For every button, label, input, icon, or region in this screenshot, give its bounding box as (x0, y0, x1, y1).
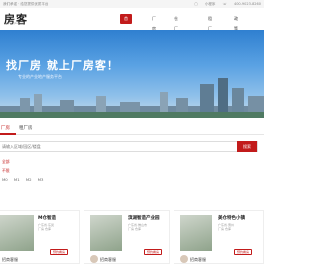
city-skyline-image (0, 78, 264, 118)
book-viewing-button[interactable]: 预约看房 (144, 249, 162, 255)
agent-name: 招商客服 (190, 257, 206, 262)
filter-option-m3[interactable]: M3 (38, 177, 44, 182)
nav-item-policy[interactable]: 政策资讯 (230, 14, 242, 51)
banner-subtitle: 专业的产业地产服务平台 (18, 74, 62, 79)
book-viewing-button[interactable]: 预约看房 (50, 249, 68, 255)
nav-item-warehouse[interactable]: 仓厂房 (170, 14, 182, 41)
logo-domain: zgfangke.com (6, 22, 25, 25)
hotline-number: 400-9023-8260 (233, 2, 261, 6)
nav-item-home[interactable]: 首页 (120, 14, 132, 31)
listing-image[interactable] (90, 215, 122, 251)
listing-type-text: 厂房 仓库 (38, 227, 51, 231)
listing-type-text: 厂房 仓库 (218, 227, 231, 231)
listing-title[interactable]: 美仓特色小镇 (218, 215, 245, 221)
topbar-right: ▢ 小程序 ☏ 400-9023-8260 (188, 0, 261, 8)
listing-card[interactable]: 滨湖智造产业园 广东省·佛山市 厂房 仓库 预约看房 招商客服 (84, 210, 170, 264)
listing-location: 广东省·佛山市 厂房 仓库 (128, 223, 147, 231)
listing-location: 广东省·东莞 厂房 仓库 (38, 223, 54, 231)
topbar-tagline: 我们承诺 · 给您提供优质平台 (3, 2, 49, 6)
filter-option-m2[interactable]: M2 (26, 177, 32, 182)
filter-option-m1[interactable]: M1 (14, 177, 20, 182)
site-header: 房客 zgfangke.com 首页 厂房 仓厂房 租厂房 政策资讯 (0, 8, 264, 51)
active-tab-indicator (0, 133, 16, 135)
search-input[interactable] (2, 142, 232, 151)
filter-row-all: 全部 (2, 157, 48, 166)
listing-cards: M仓智造 广东省·东莞 厂房 仓库 预约看房 招商客服 滨湖智造产业园 广东省·佛… (0, 210, 264, 264)
listing-title[interactable]: 滨湖智造产业园 (128, 215, 160, 221)
listing-location: 广东省·惠州 厂房 仓库 (218, 223, 234, 231)
filter-all[interactable]: 全部 (2, 159, 10, 164)
listing-type-text: 厂房 仓库 (128, 227, 141, 231)
listing-card[interactable]: M仓智造 广东省·东莞 厂房 仓库 预约看房 招商客服 (0, 210, 80, 264)
listing-image[interactable] (180, 215, 212, 251)
filter-option-m0[interactable]: M0 (2, 177, 8, 182)
agent-name: 招商客服 (2, 257, 18, 262)
search-bar: 搜索 (0, 141, 258, 152)
listing-card[interactable]: 美仓特色小镇 广东省·惠州 厂房 仓库 预约看房 招商客服 (174, 210, 264, 264)
filter-row-type: 不限 (2, 166, 48, 175)
tab-divider (0, 134, 264, 135)
miniprogram-label: 小程序 (204, 2, 216, 6)
book-viewing-button[interactable]: 预约看房 (234, 249, 252, 255)
hotline: ☏ 400-9023-8260 (222, 2, 261, 6)
nav-item-factory[interactable]: 厂房 (148, 14, 160, 31)
filter-row-grade: M0 M1 M2 M3 (2, 175, 48, 184)
tab-rent-factory[interactable]: 租厂房 (19, 124, 33, 134)
filter-option-unlimited[interactable]: 不限 (2, 168, 10, 173)
agent-avatar (90, 255, 98, 263)
miniprogram-link[interactable]: ▢ 小程序 (194, 2, 215, 6)
nav-item-rent[interactable]: 租厂房 (204, 14, 216, 41)
banner-title: 找厂房 就上厂房客！ (6, 59, 119, 72)
search-tabs: 厂房 租厂房 (0, 124, 264, 134)
search-button[interactable]: 搜索 (237, 141, 257, 152)
listing-image[interactable] (0, 215, 34, 251)
hero-banner: 找厂房 就上厂房客！ 专业的产业地产服务平台 (0, 30, 264, 118)
listing-title[interactable]: M仓智造 (38, 215, 56, 221)
top-utility-bar: 我们承诺 · 给您提供优质平台 ▢ 小程序 ☏ 400-9023-8260 (0, 0, 264, 8)
agent-name: 招商客服 (100, 257, 116, 262)
filter-panel: 全部 不限 M0 M1 M2 M3 (2, 157, 48, 184)
agent-avatar (180, 255, 188, 263)
